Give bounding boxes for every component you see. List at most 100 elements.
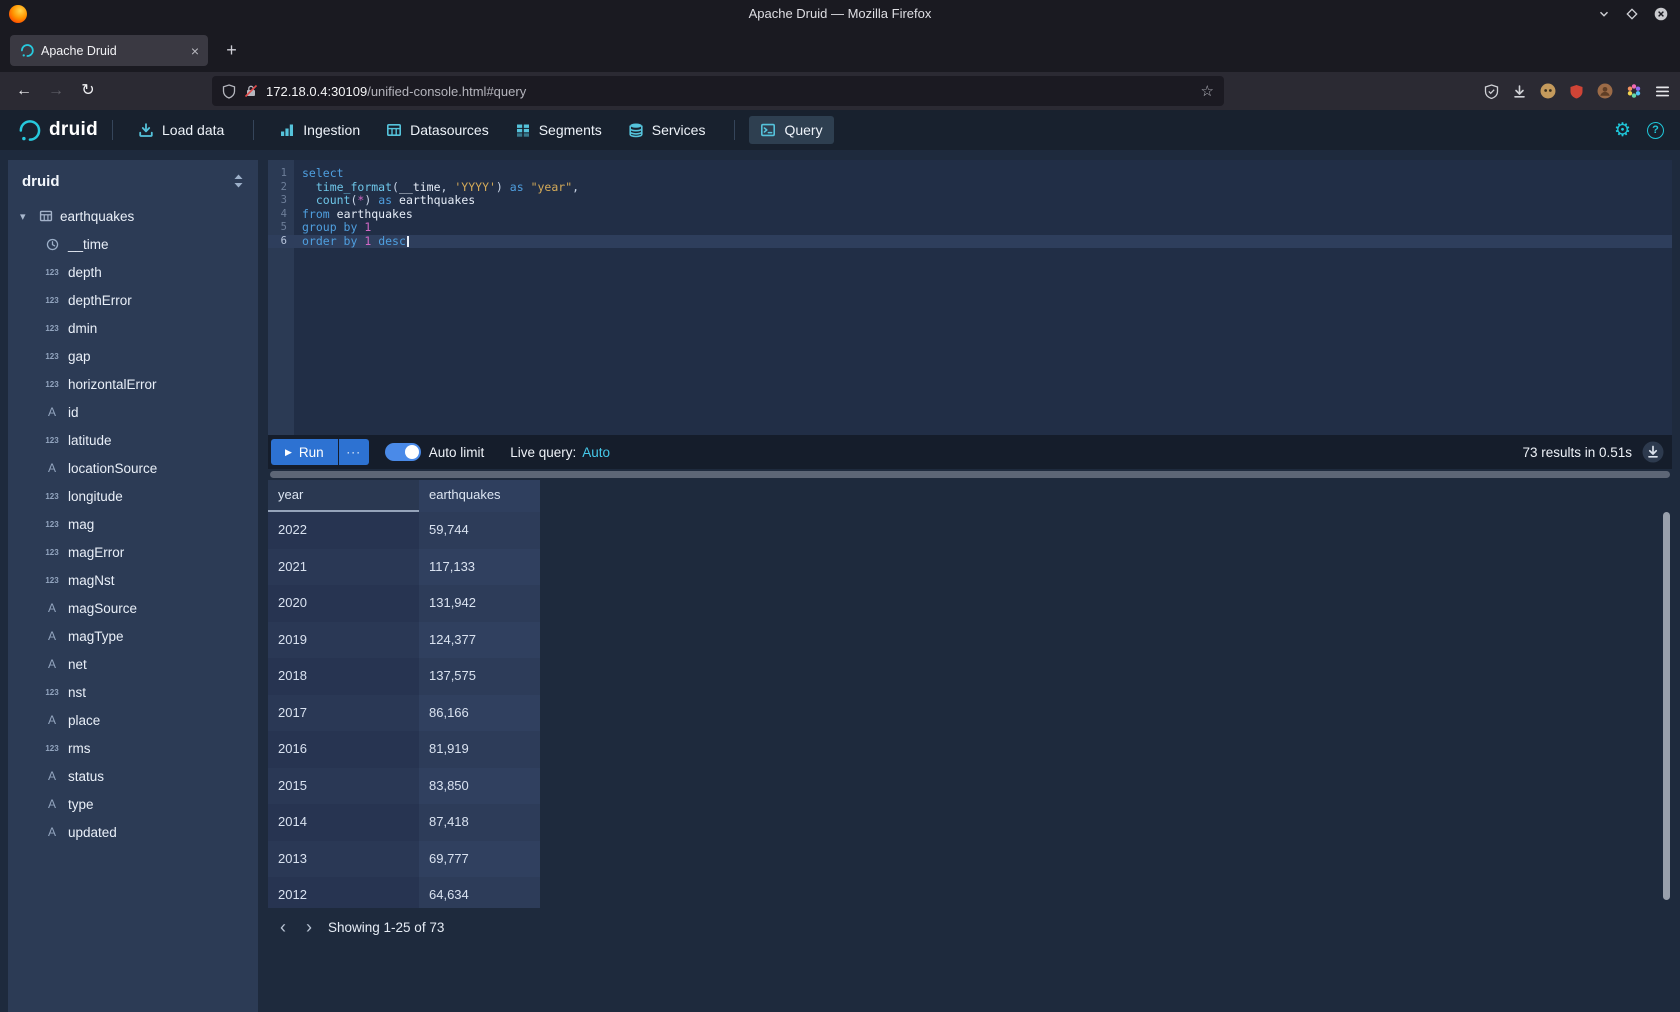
nav-segments[interactable]: Segments bbox=[504, 116, 613, 144]
column-header-earthquakes[interactable]: earthquakes bbox=[419, 480, 540, 512]
nav-ingestion[interactable]: Ingestion bbox=[268, 116, 371, 144]
druid-brand[interactable]: druid bbox=[16, 118, 98, 143]
prev-page-button[interactable]: ‹ bbox=[270, 917, 296, 938]
sidebar-column-rms[interactable]: 123rms bbox=[8, 734, 258, 762]
back-button[interactable]: ← bbox=[10, 77, 38, 105]
monkey-extension-icon[interactable] bbox=[1540, 83, 1556, 99]
shield-check-icon[interactable] bbox=[1484, 84, 1499, 99]
earthquakes-cell[interactable]: 131,942 bbox=[419, 585, 540, 622]
colorful-extension-icon[interactable] bbox=[1626, 83, 1642, 99]
column-header-year[interactable]: year bbox=[268, 480, 419, 512]
help-icon[interactable]: ? bbox=[1647, 122, 1664, 139]
year-cell[interactable]: 2020 bbox=[268, 585, 419, 622]
sidebar-column-depth[interactable]: 123 depth bbox=[8, 258, 258, 286]
sidebar-column-magType[interactable]: AmagType bbox=[8, 622, 258, 650]
year-cell[interactable]: 2012 bbox=[268, 877, 419, 908]
earthquakes-cell[interactable]: 81,919 bbox=[419, 731, 540, 768]
auto-limit-toggle[interactable] bbox=[385, 443, 421, 461]
earthquakes-cell[interactable]: 64,634 bbox=[419, 877, 540, 908]
ublock-extension-icon[interactable] bbox=[1569, 84, 1584, 99]
horizontal-scrollbar[interactable] bbox=[268, 469, 1672, 480]
gear-icon[interactable]: ⚙ bbox=[1614, 121, 1631, 140]
year-cell[interactable]: 2014 bbox=[268, 804, 419, 841]
sidebar-column-longitude[interactable]: 123longitude bbox=[8, 482, 258, 510]
year-cell[interactable]: 2018 bbox=[268, 658, 419, 695]
year-cell[interactable]: 2013 bbox=[268, 841, 419, 878]
earthquakes-cell[interactable]: 83,850 bbox=[419, 768, 540, 805]
forward-button[interactable]: → bbox=[42, 77, 70, 105]
window-maximize-button[interactable] bbox=[1626, 8, 1638, 20]
run-button[interactable]: ▶ Run bbox=[271, 439, 338, 465]
tab-title: Apache Druid bbox=[41, 44, 184, 58]
sidebar-column-id[interactable]: Aid bbox=[8, 398, 258, 426]
new-tab-button[interactable]: + bbox=[218, 37, 245, 64]
column-name: magType bbox=[68, 629, 124, 644]
query-icon bbox=[760, 122, 776, 138]
year-cell[interactable]: 2017 bbox=[268, 695, 419, 732]
sidebar-column-dmin[interactable]: 123dmin bbox=[8, 314, 258, 342]
earthquakes-cell[interactable]: 59,744 bbox=[419, 512, 540, 549]
window-minimize-button[interactable] bbox=[1598, 8, 1610, 20]
column-name: depth bbox=[68, 265, 102, 280]
sidebar-column-gap[interactable]: 123gap bbox=[8, 342, 258, 370]
sidebar-column-locationSource[interactable]: AlocationSource bbox=[8, 454, 258, 482]
year-cell[interactable]: 2019 bbox=[268, 622, 419, 659]
earthquakes-cell[interactable]: 86,166 bbox=[419, 695, 540, 732]
year-cell[interactable]: 2015 bbox=[268, 768, 419, 805]
nav-datasources[interactable]: Datasources bbox=[375, 116, 500, 144]
sidebar-column-nst[interactable]: 123nst bbox=[8, 678, 258, 706]
tracking-shield-icon[interactable] bbox=[222, 84, 236, 99]
sidebar-column-magNst[interactable]: 123magNst bbox=[8, 566, 258, 594]
bookmark-star-icon[interactable]: ☆ bbox=[1201, 82, 1214, 100]
earthquakes-cell[interactable]: 87,418 bbox=[419, 804, 540, 841]
table-row: 202259,744 bbox=[268, 512, 1672, 549]
window-title: Apache Druid — Mozilla Firefox bbox=[0, 0, 1680, 28]
sidebar-column-type[interactable]: Atype bbox=[8, 790, 258, 818]
next-page-button[interactable]: › bbox=[296, 917, 322, 938]
sidebar-column-depthError[interactable]: 123depthError bbox=[8, 286, 258, 314]
sidebar-column-mag[interactable]: 123mag bbox=[8, 510, 258, 538]
year-cell[interactable]: 2016 bbox=[268, 731, 419, 768]
sidebar-column-net[interactable]: Anet bbox=[8, 650, 258, 678]
sidebar-column-magError[interactable]: 123magError bbox=[8, 538, 258, 566]
double-caret-icon[interactable] bbox=[233, 173, 244, 189]
vertical-scrollbar[interactable] bbox=[1663, 512, 1670, 900]
query-view: 1select2 time_format(__time, 'YYYY') as … bbox=[268, 160, 1672, 1012]
year-cell[interactable]: 2022 bbox=[268, 512, 419, 549]
sidebar-column-status[interactable]: Astatus bbox=[8, 762, 258, 790]
earthquakes-cell[interactable]: 69,777 bbox=[419, 841, 540, 878]
avatar-extension-icon[interactable] bbox=[1597, 83, 1613, 99]
menu-icon[interactable] bbox=[1655, 85, 1670, 98]
scrollbar-thumb[interactable] bbox=[270, 471, 1670, 478]
tab-close-icon[interactable]: × bbox=[191, 44, 199, 58]
datasource-earthquakes[interactable]: ▾ earthquakes bbox=[8, 202, 258, 230]
downloads-icon[interactable] bbox=[1512, 84, 1527, 99]
run-more-button[interactable]: ··· bbox=[339, 439, 369, 465]
browser-tab[interactable]: Apache Druid × bbox=[10, 35, 208, 66]
reload-button[interactable]: ↻ bbox=[74, 77, 102, 105]
earthquakes-cell[interactable]: 124,377 bbox=[419, 622, 540, 659]
sidebar-column-updated[interactable]: Aupdated bbox=[8, 818, 258, 846]
sidebar-column-place[interactable]: Aplace bbox=[8, 706, 258, 734]
numeric-type-icon: 123 bbox=[42, 436, 62, 445]
nav-services[interactable]: Services bbox=[617, 116, 717, 144]
earthquakes-cell[interactable]: 117,133 bbox=[419, 549, 540, 586]
insecure-lock-icon[interactable] bbox=[244, 84, 258, 98]
chevron-down-icon[interactable]: ▾ bbox=[20, 210, 32, 223]
sql-editor[interactable]: 1select2 time_format(__time, 'YYYY') as … bbox=[268, 160, 1672, 435]
live-query-auto-link[interactable]: Auto bbox=[582, 445, 610, 460]
pagination-bar: ‹ › Showing 1-25 of 73 bbox=[268, 908, 1672, 946]
sidebar-column-latitude[interactable]: 123latitude bbox=[8, 426, 258, 454]
earthquakes-cell[interactable]: 137,575 bbox=[419, 658, 540, 695]
download-results-button[interactable] bbox=[1642, 441, 1664, 463]
year-cell[interactable]: 2021 bbox=[268, 549, 419, 586]
nav-load-data[interactable]: Load data bbox=[127, 116, 235, 144]
sidebar-column-horizontalError[interactable]: 123horizontalError bbox=[8, 370, 258, 398]
numeric-type-icon: 123 bbox=[42, 268, 62, 277]
tab-strip: Apache Druid × + bbox=[0, 28, 1680, 72]
window-close-button[interactable] bbox=[1654, 7, 1668, 21]
sidebar-column-__time[interactable]: __time bbox=[8, 230, 258, 258]
nav-query[interactable]: Query bbox=[749, 116, 833, 144]
sidebar-column-magSource[interactable]: AmagSource bbox=[8, 594, 258, 622]
url-bar[interactable]: 172.18.0.4:30109/unified-console.html#qu… bbox=[212, 76, 1224, 106]
